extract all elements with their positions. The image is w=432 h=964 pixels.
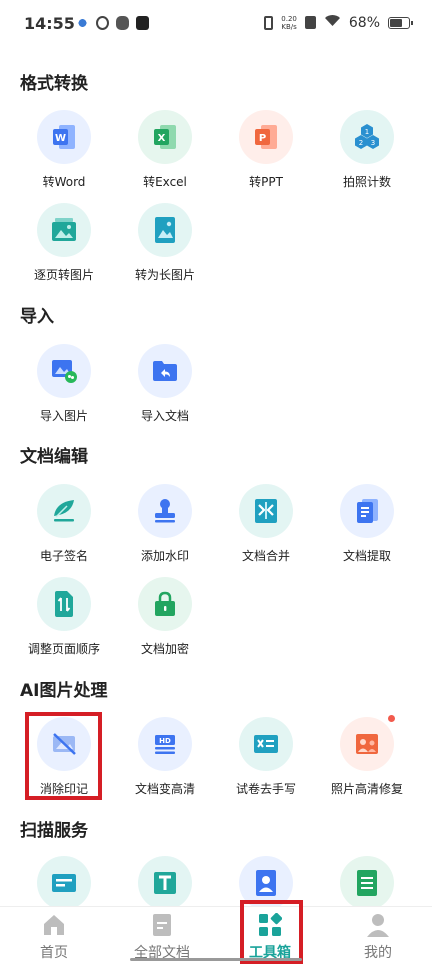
tool-merge-documents[interactable]: 文档合并 — [216, 484, 316, 564]
count-icon: 123 — [340, 110, 394, 164]
netspeed-unit: KB/s — [281, 22, 297, 31]
tool-remove-handwriting[interactable]: 试卷去手写 — [216, 717, 316, 797]
documents-icon — [150, 913, 174, 937]
tool-to-ppt[interactable]: P 转PPT — [216, 110, 316, 190]
tool-add-watermark[interactable]: 添加水印 — [115, 484, 215, 564]
svg-text:3: 3 — [371, 139, 375, 147]
tab-profile[interactable]: 我的 — [324, 907, 432, 964]
text-icon — [138, 856, 192, 910]
section-title-format: 格式转换 — [20, 74, 88, 94]
tool-label: 导入文档 — [140, 409, 189, 423]
tool-photo-count[interactable]: 123 拍照计数 — [317, 110, 417, 190]
extract-icon — [340, 484, 394, 538]
tab-all-documents[interactable]: 全部文档 — [108, 907, 216, 964]
tool-to-excel[interactable]: X 转Excel — [115, 110, 215, 190]
netspeed-value: 0.20 — [281, 14, 297, 23]
network-speed: 0.20 KB/s — [281, 15, 297, 31]
sim-icon — [304, 16, 316, 29]
long-image-icon — [138, 203, 192, 257]
tool-label: 转为长图片 — [134, 268, 195, 282]
battery-percent: 68% — [348, 14, 380, 31]
tool-label: 转Word — [42, 175, 86, 189]
svg-text:2: 2 — [359, 139, 363, 147]
tool-label: 照片高清修复 — [330, 782, 403, 796]
tool-label: 转PPT — [249, 175, 283, 189]
tool-document-hd[interactable]: HD 文档变高清 — [115, 717, 215, 797]
tool-label: 电子签名 — [39, 549, 88, 563]
lock-icon — [138, 577, 192, 631]
tool-reorder-pages[interactable]: 调整页面顺序 — [14, 577, 114, 657]
tool-scan-id-card[interactable] — [14, 856, 114, 910]
vibrate-icon — [264, 15, 274, 30]
battery-icon — [388, 16, 413, 29]
tab-home[interactable]: 首页 — [0, 907, 108, 964]
status-bar: 14:55 0.20 KB/s 68% — [0, 0, 432, 50]
tool-scan-text[interactable] — [115, 856, 215, 910]
bottom-tab-bar: 首页 全部文档 工具箱 我的 — [0, 906, 432, 964]
tool-import-document[interactable]: 导入文档 — [115, 344, 215, 424]
tool-label: 试卷去手写 — [235, 782, 296, 796]
tool-label: 文档合并 — [241, 549, 290, 563]
highlight-frame-erase-marks — [25, 712, 102, 800]
tool-e-signature[interactable]: 电子签名 — [14, 484, 114, 564]
signature-icon — [37, 484, 91, 538]
tool-import-image[interactable]: 导入图片 — [14, 344, 114, 424]
tool-label: 转Excel — [143, 175, 187, 189]
tool-photo-restore[interactable]: 照片高清修复 — [317, 714, 417, 797]
grid-notification-icon — [116, 16, 129, 30]
remove-handwriting-icon — [239, 717, 293, 771]
clock: 14:55 — [24, 14, 75, 33]
section-title-import: 导入 — [20, 307, 54, 327]
home-indicator[interactable] — [130, 958, 302, 961]
section-title-edit: 文档编辑 — [20, 447, 88, 467]
app-notification-icon — [96, 16, 109, 30]
tool-label: 文档加密 — [140, 642, 189, 656]
highlight-frame-toolbox-tab — [240, 900, 303, 964]
svg-text:X: X — [158, 133, 166, 144]
flower-notification-icon — [76, 16, 89, 30]
tab-label: 我的 — [364, 945, 392, 961]
home-icon — [42, 913, 66, 937]
tool-to-word[interactable]: W 转Word — [14, 110, 114, 190]
tool-extract-document[interactable]: 文档提取 — [317, 484, 417, 564]
svg-text:P: P — [259, 133, 266, 144]
id-card-icon — [37, 856, 91, 910]
tool-label: 逐页转图片 — [33, 268, 94, 282]
tool-label: 导入图片 — [39, 409, 88, 423]
tool-scan-sheet[interactable] — [317, 856, 417, 910]
tool-label: 添加水印 — [140, 549, 189, 563]
tool-encrypt-document[interactable]: 文档加密 — [115, 577, 215, 657]
battery-level — [390, 18, 402, 27]
new-badge — [387, 714, 396, 723]
svg-text:HD: HD — [159, 737, 171, 745]
tab-label: 首页 — [40, 945, 68, 961]
tool-label: 文档提取 — [342, 549, 391, 563]
section-title-ai: AI图片处理 — [20, 681, 108, 701]
watermark-icon — [138, 484, 192, 538]
word-icon: W — [37, 110, 91, 164]
ppt-icon: P — [239, 110, 293, 164]
excel-icon: X — [138, 110, 192, 164]
tool-label: 调整页面顺序 — [27, 642, 100, 656]
sheet-icon — [340, 856, 394, 910]
import-document-icon — [138, 344, 192, 398]
pages-to-image-icon — [37, 203, 91, 257]
tiktok-icon — [136, 16, 149, 30]
reorder-icon — [37, 577, 91, 631]
section-title-scan: 扫描服务 — [20, 821, 88, 841]
tool-label: 文档变高清 — [134, 782, 195, 796]
tool-label: 拍照计数 — [342, 175, 391, 189]
wifi-icon — [324, 14, 341, 31]
photo-restore-icon — [340, 714, 396, 771]
hd-icon: HD — [138, 717, 192, 771]
notification-icons — [76, 16, 149, 30]
tool-pages-to-image[interactable]: 逐页转图片 — [14, 203, 114, 283]
profile-icon — [366, 913, 390, 937]
svg-text:1: 1 — [365, 128, 369, 136]
import-image-icon — [37, 344, 91, 398]
svg-text:W: W — [55, 133, 66, 144]
tool-long-image[interactable]: 转为长图片 — [115, 203, 215, 283]
merge-icon — [239, 484, 293, 538]
